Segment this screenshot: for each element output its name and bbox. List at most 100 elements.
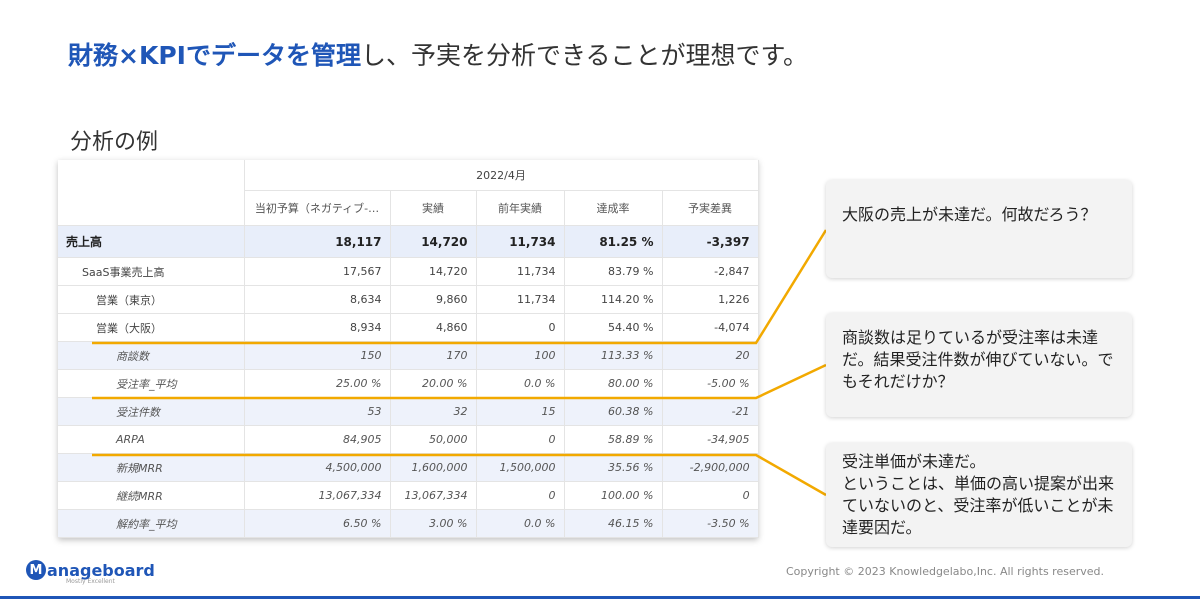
row-value: 0.0 % xyxy=(476,509,565,538)
row-value: 20 xyxy=(662,341,759,370)
row-value: 32 xyxy=(390,397,477,426)
row-value: 14,720 xyxy=(390,257,477,286)
table-row: ARPA 84,905 50,000 0 58.89 % -34,905 xyxy=(58,425,759,454)
row-value: 4,500,000 xyxy=(244,453,391,482)
row-value: 14,720 xyxy=(390,225,477,258)
row-value: 53 xyxy=(244,397,391,426)
row-value: 1,600,000 xyxy=(390,453,477,482)
row-value: 18,117 xyxy=(244,225,391,258)
row-label: 新規MRR xyxy=(58,453,245,482)
row-label: 受注率_平均 xyxy=(58,369,245,398)
row-value: 114.20 % xyxy=(564,285,663,314)
callout-order-rate: 商談数は足りているが受注率は未達だ。結果受注件数が伸びていない。でもそれだけか？ xyxy=(826,313,1132,417)
row-value: 113.33 % xyxy=(564,341,663,370)
row-value: 100 xyxy=(476,341,565,370)
row-value: 81.25 % xyxy=(564,225,663,258)
table-row: SaaS事業売上高 17,567 14,720 11,734 83.79 % -2,847 xyxy=(58,257,759,286)
row-value: -21 xyxy=(662,397,759,426)
row-value: 0 xyxy=(476,481,565,510)
row-value: 25.00 % xyxy=(244,369,391,398)
row-label: 継続MRR xyxy=(58,481,245,510)
col-header-actual: 実績 xyxy=(390,190,477,226)
row-label: 解約率_平均 xyxy=(58,509,245,538)
row-label: ARPA xyxy=(58,425,245,454)
row-value: 83.79 % xyxy=(564,257,663,286)
row-value: 0 xyxy=(476,425,565,454)
row-value: 80.00 % xyxy=(564,369,663,398)
row-value: 9,860 xyxy=(390,285,477,314)
callout-unit-price: 受注単価が未達だ。 ということは、単価の高い提案が出来ていないのと、受注率が低い… xyxy=(826,443,1132,547)
col-header-prev-year: 前年実績 xyxy=(476,190,565,226)
row-value: 58.89 % xyxy=(564,425,663,454)
row-label: 受注件数 xyxy=(58,397,245,426)
row-value: 60.38 % xyxy=(564,397,663,426)
row-label: 商談数 xyxy=(58,341,245,370)
row-value: 150 xyxy=(244,341,391,370)
callout-osaka: 大阪の売上が未達だ。何故だろう？ xyxy=(826,180,1132,278)
row-value: 84,905 xyxy=(244,425,391,454)
col-header-variance: 予実差異 xyxy=(662,190,759,226)
row-label: 営業（大阪） xyxy=(58,313,245,342)
table-row: 営業（東京） 8,634 9,860 11,734 114.20 % 1,226 xyxy=(58,285,759,314)
col-header-achievement: 達成率 xyxy=(564,190,663,226)
row-value: -3.50 % xyxy=(662,509,759,538)
row-value: 13,067,334 xyxy=(390,481,477,510)
logo-mark: M xyxy=(26,560,46,580)
row-value: -3,397 xyxy=(662,225,759,258)
logo-tagline: Mostly Excellent xyxy=(66,578,115,585)
row-value: 15 xyxy=(476,397,565,426)
manageboard-logo: M anageboard Mostly Excellent xyxy=(26,560,155,585)
bottom-accent-bar xyxy=(0,596,1200,599)
section-subtitle: 分析の例 xyxy=(70,130,159,155)
header-corner xyxy=(58,160,245,226)
analysis-table: 2022/4月 当初予算（ネガティブ-… 実績 前年実績 達成率 予実差異 売上… xyxy=(58,160,759,538)
row-label: 営業（東京） xyxy=(58,285,245,314)
row-value: 54.40 % xyxy=(564,313,663,342)
table-row: 受注件数 53 32 15 60.38 % -21 xyxy=(58,397,759,426)
row-value: 8,634 xyxy=(244,285,391,314)
row-value: 20.00 % xyxy=(390,369,477,398)
row-value: 6.50 % xyxy=(244,509,391,538)
row-value: 11,734 xyxy=(476,225,565,258)
row-value: -5.00 % xyxy=(662,369,759,398)
title-rest: し、予実を分析できることが理想です。 xyxy=(360,41,808,70)
row-value: 8,934 xyxy=(244,313,391,342)
row-value: 0.0 % xyxy=(476,369,565,398)
copyright: Copyright © 2023 Knowledgelabo,Inc. All … xyxy=(786,565,1104,578)
row-value: 0 xyxy=(476,313,565,342)
row-value: 1,226 xyxy=(662,285,759,314)
table-row: 営業（大阪） 8,934 4,860 0 54.40 % -4,074 xyxy=(58,313,759,342)
row-value: -34,905 xyxy=(662,425,759,454)
table-row: 受注率_平均 25.00 % 20.00 % 0.0 % 80.00 % -5.00 % xyxy=(58,369,759,398)
row-value: 1,500,000 xyxy=(476,453,565,482)
callout-text: 大阪の売上が未達だ。何故だろう？ xyxy=(842,205,1097,224)
table-row: 継続MRR 13,067,334 13,067,334 0 100.00 % 0 xyxy=(58,481,759,510)
row-value: -2,900,000 xyxy=(662,453,759,482)
row-value: 4,860 xyxy=(390,313,477,342)
callout-text: 受注単価が未達だ。 ということは、単価の高い提案が出来ていないのと、受注率が低い… xyxy=(842,452,1115,537)
row-value: 50,000 xyxy=(390,425,477,454)
row-value: -4,074 xyxy=(662,313,759,342)
table-row: 売上高 18,117 14,720 11,734 81.25 % -3,397 xyxy=(58,225,759,258)
row-value: 35.56 % xyxy=(564,453,663,482)
row-label: SaaS事業売上高 xyxy=(58,257,245,286)
title-highlight: 財務×KPIでデータを管理 xyxy=(68,41,361,70)
row-value: 11,734 xyxy=(476,285,565,314)
row-value: 11,734 xyxy=(476,257,565,286)
row-value: -2,847 xyxy=(662,257,759,286)
row-value: 3.00 % xyxy=(390,509,477,538)
row-value: 13,067,334 xyxy=(244,481,391,510)
row-value: 17,567 xyxy=(244,257,391,286)
period-header: 2022/4月 xyxy=(244,160,759,191)
table-row: 新規MRR 4,500,000 1,600,000 1,500,000 35.56 % -… xyxy=(58,453,759,482)
row-value: 46.15 % xyxy=(564,509,663,538)
callout-text: 商談数は足りているが受注率は未達だ。結果受注件数が伸びていない。でもそれだけか？ xyxy=(842,328,1114,391)
table-row: 解約率_平均 6.50 % 3.00 % 0.0 % 46.15 % -3.50 % xyxy=(58,509,759,538)
slide-title: 財務×KPIでデータを管理し、予実を分析できることが理想です。 xyxy=(68,36,808,72)
row-value: 100.00 % xyxy=(564,481,663,510)
row-value: 0 xyxy=(662,481,759,510)
logo-text: anageboard xyxy=(47,560,155,580)
col-header-budget: 当初予算（ネガティブ-… xyxy=(244,190,391,226)
row-value: 170 xyxy=(390,341,477,370)
table-row: 商談数 150 170 100 113.33 % 20 xyxy=(58,341,759,370)
